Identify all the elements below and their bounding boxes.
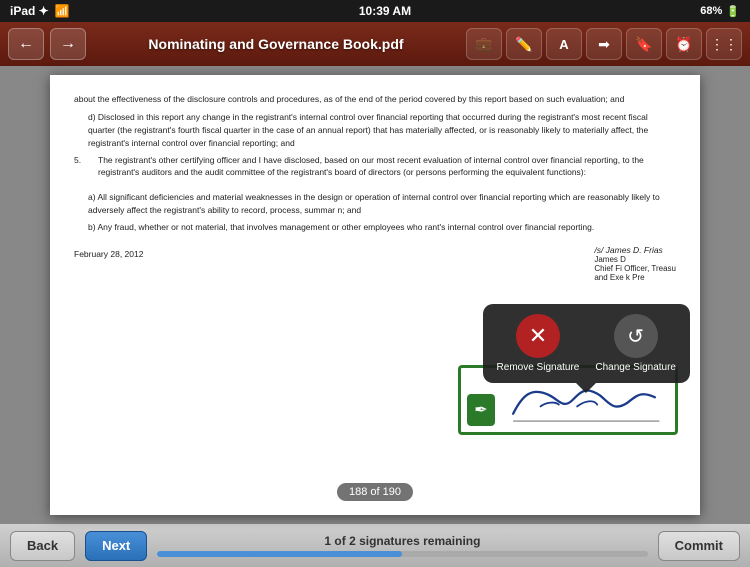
document-title: Nominating and Governance Book.pdf — [92, 36, 460, 52]
progress-label: 1 of 2 signatures remaining — [324, 534, 480, 548]
status-bar: iPad ✦ 📶 10:39 AM 68% 🔋 — [0, 0, 750, 22]
battery-percent: 68% — [700, 5, 722, 17]
document-page: about the effectiveness of the disclosur… — [50, 75, 700, 515]
signature-popup-menu: ✕ Remove Signature ↺ Change Signature — [483, 304, 690, 383]
share-icon[interactable]: ➡ — [586, 28, 622, 60]
font-icon[interactable]: A — [546, 28, 582, 60]
sig-title2: Chief Fi Officer, Treasu — [594, 264, 676, 273]
battery-icon: 🔋 — [726, 5, 740, 18]
ipad-label: iPad ✦ — [10, 4, 49, 18]
forward-button[interactable]: → — [50, 28, 86, 60]
back-button-bottom[interactable]: Back — [10, 531, 75, 561]
wifi-icon: 📶 — [55, 4, 70, 18]
sig-title1: James D — [594, 255, 676, 264]
progress-area: 1 of 2 signatures remaining — [157, 534, 647, 557]
clock-icon[interactable]: ⏰ — [666, 28, 702, 60]
para-about: about the effectiveness of the disclosur… — [74, 93, 676, 106]
briefcase-icon[interactable]: 💼 — [466, 28, 502, 60]
change-signature-circle[interactable]: ↺ — [614, 314, 658, 358]
sig-date: February 28, 2012 — [74, 249, 143, 259]
sig-text-block: /s/ James D. Frias James D Chief Fi Offi… — [594, 245, 676, 282]
sig-name-italic: /s/ James D. Frias — [594, 245, 676, 255]
remove-signature-label: Remove Signature — [497, 362, 580, 373]
commit-button[interactable]: Commit — [658, 531, 740, 561]
next-button[interactable]: Next — [85, 531, 147, 561]
change-signature-icon: ↺ — [627, 324, 644, 349]
top-toolbar: ← → Nominating and Governance Book.pdf 💼… — [0, 22, 750, 66]
change-signature-label: Change Signature — [595, 362, 676, 373]
change-signature-item[interactable]: ↺ Change Signature — [595, 314, 676, 373]
document-text: about the effectiveness of the disclosur… — [74, 93, 676, 234]
signature-row: February 28, 2012 /s/ James D. Frias Jam… — [74, 245, 676, 282]
sig-title3: and Exe k Pre — [594, 273, 676, 282]
bookmark-icon[interactable]: 🔖 — [626, 28, 662, 60]
document-area: about the effectiveness of the disclosur… — [0, 66, 750, 523]
status-time: 10:39 AM — [359, 4, 411, 18]
para-a: a) All significant deficiencies and mate… — [88, 191, 676, 217]
remove-signature-item[interactable]: ✕ Remove Signature — [497, 314, 580, 373]
pen-icon[interactable]: ✏️ — [506, 28, 542, 60]
progress-bar-fill — [157, 551, 402, 557]
bottom-toolbar: Back Next 1 of 2 signatures remaining Co… — [0, 523, 750, 567]
item5-text: The registrant's other certifying office… — [98, 154, 676, 180]
remove-signature-circle[interactable]: ✕ — [516, 314, 560, 358]
popup-arrow — [576, 383, 596, 393]
status-left: iPad ✦ 📶 — [10, 4, 70, 18]
para-d: d) Disclosed in this report any change i… — [88, 111, 676, 149]
progress-bar-background — [157, 551, 647, 557]
status-right: 68% 🔋 — [700, 5, 740, 18]
page-indicator: 188 of 190 — [337, 483, 413, 501]
para-b: b) Any fraud, whether or not material, t… — [88, 221, 676, 234]
sig-date-block: February 28, 2012 — [74, 245, 143, 259]
item5-number: 5. — [74, 154, 90, 186]
grid-icon[interactable]: ⋮⋮ — [706, 28, 742, 60]
back-button[interactable]: ← — [8, 28, 44, 60]
signature-pen-icon: ✒ — [467, 394, 495, 426]
remove-signature-icon: ✕ — [529, 323, 547, 349]
toolbar-icons: 💼 ✏️ A ➡ 🔖 ⏰ ⋮⋮ — [466, 28, 742, 60]
